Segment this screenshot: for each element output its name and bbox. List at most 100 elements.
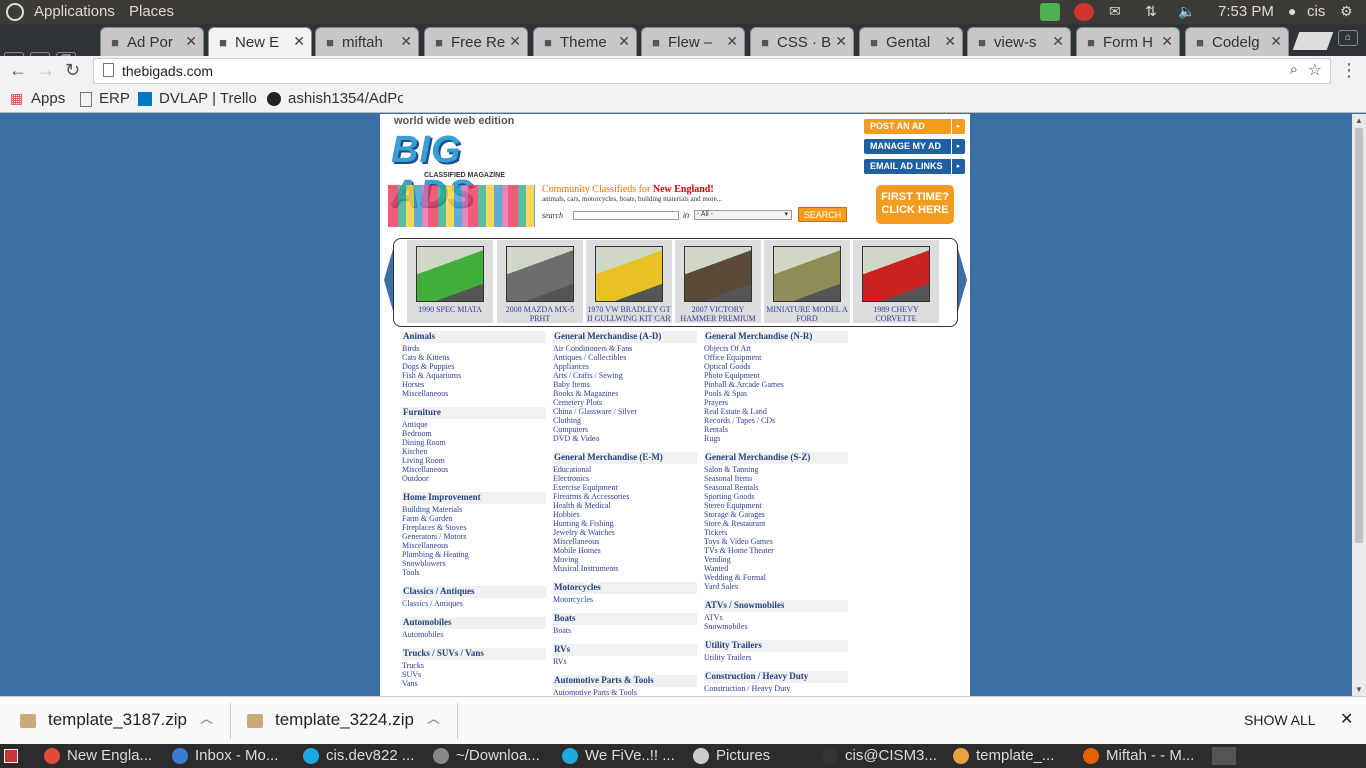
tab[interactable]: ■ Flew – ✕ [641,27,745,56]
update-check-icon[interactable] [1040,3,1060,21]
featured-caption[interactable]: 2007 VICTORY HAMMER PREMIUM [675,305,761,323]
category-link[interactable]: Appliances [553,362,589,371]
category-link[interactable]: Toys & Video Games [704,537,773,546]
post-ad-button[interactable]: POST AN AD ▸ [864,119,965,134]
featured-item[interactable]: 2007 VICTORY HAMMER PREMIUM [675,240,761,323]
featured-caption[interactable]: 1989 CHEVY CORVETTE [853,305,939,323]
settings-gear-icon[interactable]: ⚙ [1340,3,1353,20]
featured-photo[interactable] [773,246,841,302]
category-link[interactable]: China / Glassware / Silver [553,407,637,416]
category-link[interactable]: Automotive Parts & Tools [553,688,637,696]
category-link[interactable]: Stereo Equipment [704,501,762,510]
places-menu[interactable]: Places [129,3,174,20]
category-link[interactable]: Miscellaneous [402,541,448,550]
bookmark-erp[interactable]: ERP [99,90,130,107]
volume-muted-icon[interactable]: 🔈 [1178,3,1195,20]
zoom-icon[interactable]: ⌕ [1290,61,1298,78]
close-tab-icon[interactable]: ✕ [293,33,305,50]
category-link[interactable]: Farm & Garden [402,514,453,523]
category-link[interactable]: Hunting & Fishing [553,519,613,528]
category-link[interactable]: Fish & Aquariums [402,371,461,380]
featured-photo[interactable] [862,246,930,302]
scroll-thumb[interactable] [1355,128,1363,543]
taskbar-item[interactable]: ~/Downloa... [433,747,540,765]
category-heading[interactable]: Furniture [402,407,546,419]
category-link[interactable]: Tickets [704,528,727,537]
address-bar[interactable]: thebigads.com ⌕ ☆ [93,58,1331,84]
tab[interactable]: ■ CSS · B ✕ [750,27,854,56]
featured-item[interactable]: 1989 CHEVY CORVETTE [853,240,939,323]
category-link[interactable]: Tools [402,568,420,577]
tab[interactable]: ■ miftah ✕ [315,27,419,56]
category-link[interactable]: Outdoor [402,474,429,483]
bookmark-apps[interactable]: Apps [31,90,65,107]
category-heading[interactable]: Construction / Heavy Duty [704,671,848,683]
category-link[interactable]: Seasonal Rentals [704,483,758,492]
category-link[interactable]: Dogs & Puppies [402,362,454,371]
featured-photo[interactable] [684,246,752,302]
taskbar-item[interactable]: Inbox - Mo... [172,747,278,765]
category-link[interactable]: Plumbing & Heating [402,550,469,559]
tab[interactable]: ■ Free Re ✕ [424,27,528,56]
featured-caption[interactable]: 1970 VW BRADLEY GT II GULLWING KIT CAR [586,305,672,323]
category-link[interactable]: Office Equipment [704,353,761,362]
close-tab-icon[interactable]: ✕ [400,33,412,50]
category-link[interactable]: Clothing [553,416,581,425]
category-link[interactable]: Trucks [402,661,424,670]
category-link[interactable]: Seasonal Items [704,474,752,483]
category-link[interactable]: Pinball & Arcade Games [704,380,784,389]
category-link[interactable]: Rentals [704,425,728,434]
chrome-icon[interactable] [1212,747,1236,765]
page-info-icon[interactable] [103,63,114,77]
category-link[interactable]: Store & Restaurant [704,519,765,528]
category-link[interactable]: Living Room [402,456,445,465]
applications-menu[interactable]: Applications [34,3,115,20]
category-link[interactable]: Wedding & Formal [704,573,766,582]
category-link[interactable]: Electronics [553,474,589,483]
category-heading[interactable]: Boats [553,613,697,625]
category-link[interactable]: Salon & Tanning [704,465,758,474]
taskbar-item[interactable]: New Engla... [44,747,152,765]
close-tab-icon[interactable]: ✕ [1052,33,1064,50]
category-link[interactable]: Yard Sales [704,582,738,591]
download-item[interactable]: template_3224.zip [247,710,414,730]
category-link[interactable]: Optical Goods [704,362,750,371]
category-link[interactable]: Photo Equipment [704,371,760,380]
user-name[interactable]: cis [1307,3,1325,20]
category-link[interactable]: Horses [402,380,424,389]
category-link[interactable]: RVs [553,657,567,666]
category-link[interactable]: Records / Tapes / CDs [704,416,775,425]
show-desktop-icon[interactable] [4,749,18,763]
category-link[interactable]: Rugs [704,434,720,443]
search-input[interactable] [573,211,679,220]
clock[interactable]: 7:53 PM [1218,3,1274,20]
manage-ad-button[interactable]: MANAGE MY AD ▸ [864,139,965,154]
carousel-next-icon[interactable] [958,249,967,311]
close-tab-icon[interactable]: ✕ [1270,33,1282,50]
category-link[interactable]: Hobbies [553,510,580,519]
category-link[interactable]: Cemetery Plots [553,398,602,407]
category-link[interactable]: Snowmobiles [704,622,748,631]
featured-item[interactable]: MINIATURE MODEL A FORD [764,240,850,323]
category-heading[interactable]: Motorcycles [553,582,697,594]
category-link[interactable]: Educational [553,465,591,474]
category-link[interactable]: Fireplaces & Stoves [402,523,466,532]
mail-icon[interactable]: ✉ [1109,3,1121,20]
category-link[interactable]: Prayers [704,398,728,407]
category-heading[interactable]: Classics / Antiques [402,586,546,598]
featured-caption[interactable]: MINIATURE MODEL A FORD [764,305,850,323]
category-link[interactable]: Snowblowers [402,559,446,568]
category-link[interactable]: Pools & Spas [704,389,747,398]
category-link[interactable]: Wanted [704,564,728,573]
featured-item[interactable]: 2008 MAZDA MX-5 PRHT [497,240,583,323]
ubuntu-logo-icon[interactable] [6,3,24,21]
taskbar-item[interactable]: cis.dev822 ... [303,747,414,765]
taskbar-item[interactable]: Miftah - - M... [1083,747,1194,765]
category-heading[interactable]: Automobiles [402,617,546,629]
category-heading[interactable]: General Merchandise (N-R) [704,331,848,343]
category-link[interactable]: Automobiles [402,630,443,639]
taskbar-item[interactable]: template_... [953,747,1054,765]
category-link[interactable]: Dining Room [402,438,446,447]
category-link[interactable]: Bedroom [402,429,432,438]
email-ad-links-button[interactable]: EMAIL AD LINKS ▸ [864,159,965,174]
